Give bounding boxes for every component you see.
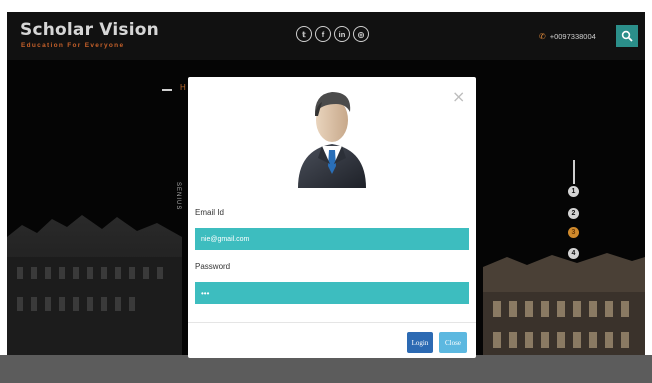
close-icon[interactable]: × bbox=[452, 89, 465, 105]
social-links: 𝕥 f in ◎ bbox=[296, 26, 369, 42]
password-label: Password bbox=[195, 262, 231, 271]
hero-dash bbox=[162, 89, 172, 91]
hero-heading-fragment: H bbox=[180, 83, 186, 92]
slider-dot-2[interactable]: 2 bbox=[568, 208, 579, 219]
bottom-overlay-bar bbox=[0, 355, 652, 383]
phone-icon: ✆ bbox=[539, 32, 546, 41]
brand-title[interactable]: Scholar Vision bbox=[20, 20, 159, 40]
password-field[interactable]: ••• bbox=[195, 282, 469, 304]
login-modal: × Email Id nie@gmail.com Password ••• Lo… bbox=[188, 77, 476, 358]
linkedin-icon[interactable]: in bbox=[334, 26, 350, 42]
email-field[interactable]: nie@gmail.com bbox=[195, 228, 469, 250]
slider-line bbox=[573, 160, 575, 184]
dribbble-icon[interactable]: ◎ bbox=[353, 26, 369, 42]
email-label: Email Id bbox=[195, 208, 224, 217]
vertical-caption: SENIUS bbox=[175, 182, 181, 211]
login-button[interactable]: Login bbox=[407, 332, 433, 353]
slider-dot-4[interactable]: 4 bbox=[568, 248, 579, 259]
slider-dot-3[interactable]: 3 bbox=[568, 227, 579, 238]
site-header: Scholar Vision Education For Everyone 𝕥 … bbox=[7, 12, 645, 60]
brand-tagline: Education For Everyone bbox=[21, 42, 125, 49]
user-avatar-icon bbox=[298, 92, 366, 188]
search-button[interactable] bbox=[616, 25, 638, 47]
phone-contact[interactable]: ✆ +0097338004 bbox=[539, 32, 596, 41]
modal-footer-divider bbox=[188, 322, 476, 323]
phone-number: +0097338004 bbox=[549, 32, 596, 41]
facebook-icon[interactable]: f bbox=[315, 26, 331, 42]
close-button[interactable]: Close bbox=[439, 332, 467, 353]
slider-dot-1[interactable]: 1 bbox=[568, 186, 579, 197]
search-icon bbox=[621, 30, 633, 42]
twitter-icon[interactable]: 𝕥 bbox=[296, 26, 312, 42]
